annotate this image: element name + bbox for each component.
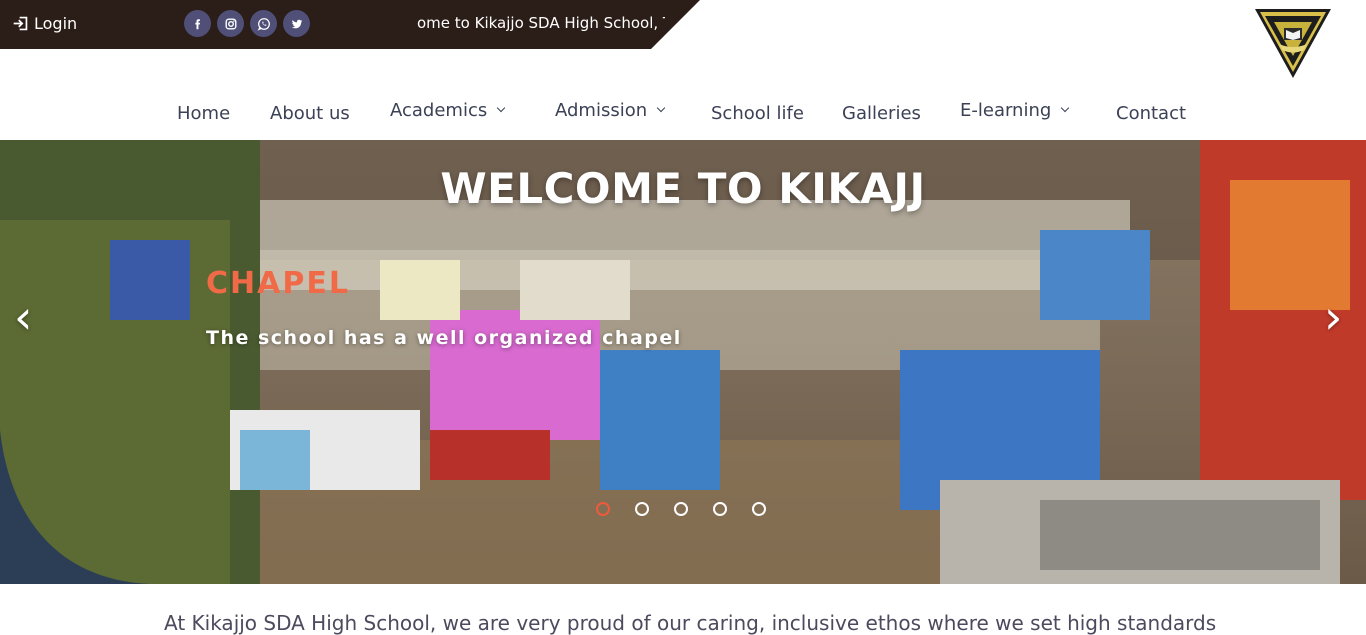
nav-about-label: About us [270,102,350,124]
nav-academics-label: Academics [390,99,488,121]
slider-dot-1[interactable] [596,502,610,516]
login-label: Login [34,13,78,33]
nav-academics[interactable]: Academics [390,93,506,127]
nav-school-life[interactable]: School life [711,96,804,130]
nav-admission[interactable]: Admission [555,93,666,127]
chevron-down-icon [1061,103,1070,113]
nav-home[interactable]: Home [177,96,230,130]
login-icon [13,16,28,30]
nav-e-learning-label: E-learning [960,99,1052,121]
hero-description: The school has a well organized chapel [206,327,682,349]
slider-pagination [596,502,766,516]
slider-prev-arrow[interactable]: ‹ [14,292,32,342]
nav-contact[interactable]: Contact [1116,96,1186,130]
hero-subtitle: CHAPEL [206,266,350,301]
chevron-down-icon [656,103,666,113]
nav-home-label: Home [177,102,231,124]
slider-next-arrow[interactable]: › [1324,292,1342,342]
facebook-icon[interactable] [184,10,211,37]
whatsapp-icon[interactable] [250,10,277,37]
nav-contact-label: Contact [1116,102,1187,124]
chevron-down-icon [496,103,506,113]
twitter-icon[interactable] [283,10,310,37]
nav-about-us[interactable]: About us [270,96,350,130]
announcement-marquee: ome to Kikajjo SDA High School, T [415,0,665,49]
social-links [184,10,310,37]
nav-galleries-label: Galleries [842,102,921,124]
slider-dot-3[interactable] [674,502,688,516]
main-nav: Home About us Academics Admission School… [0,96,1366,130]
hero-title: WELCOME TO KIKAJJ [440,164,926,213]
hero-slider: WELCOME TO KIKAJJ CHAPEL The school has … [0,140,1366,584]
nav-e-learning[interactable]: E-learning [960,93,1070,127]
intro-text: At Kikajjo SDA High School, we are very … [164,611,1217,635]
instagram-icon[interactable] [217,10,244,37]
school-logo[interactable] [1252,6,1334,80]
nav-galleries[interactable]: Galleries [842,96,921,130]
slider-dot-4[interactable] [713,502,727,516]
slider-dot-2[interactable] [635,502,649,516]
nav-school-life-label: School life [711,102,804,124]
nav-admission-label: Admission [555,99,648,121]
login-link[interactable]: Login [12,12,77,34]
slider-dot-5[interactable] [752,502,766,516]
marquee-text: ome to Kikajjo SDA High School, T [417,14,665,32]
